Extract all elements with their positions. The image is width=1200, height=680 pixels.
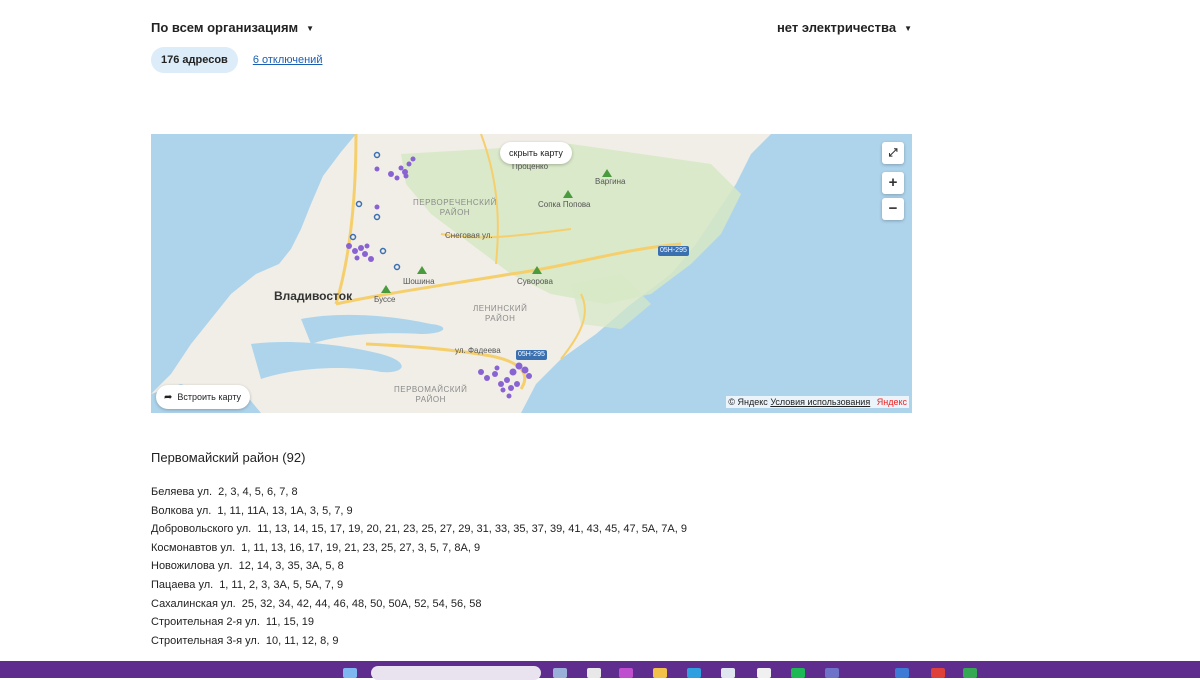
street-house-numbers: 10, 11, 12, 8, 9 (265, 634, 339, 647)
street-house-numbers: 1, 11, 13, 16, 17, 19, 21, 23, 25, 27, 3… (241, 541, 481, 554)
zoom-in-button[interactable]: + (882, 172, 904, 194)
map-district-label: Первореченский район (413, 198, 497, 217)
hide-map-button[interactable]: скрыть карту (500, 142, 572, 164)
street-row: Волкова ул. 1, 11, 11А, 13, 1А, 3, 5, 7, … (151, 502, 687, 521)
street-name: Беляева ул. (151, 486, 213, 498)
organization-filter-dropdown[interactable]: По всем организациям ▼ (151, 20, 314, 35)
windows-start-icon[interactable] (343, 668, 357, 678)
street-house-numbers: 12, 14, 3, 35, 3А, 5, 8 (238, 560, 344, 573)
street-house-numbers: 2, 3, 4, 5, 6, 7, 8 (218, 486, 298, 498)
map-street-label: ул. Фадеева (455, 346, 501, 355)
map-place-label: Суворова (517, 277, 553, 286)
street-name: Космонавтов ул. (151, 541, 236, 554)
taskbar-app-icon[interactable] (895, 668, 909, 678)
street-row: Строительная 3-я ул. 10, 11, 12, 8, 9 (151, 632, 687, 651)
outage-type-filter-dropdown[interactable]: нет электричества ▼ (777, 20, 912, 35)
map-place-label: Сопка Попова (538, 200, 591, 209)
share-arrow-icon: ➦ (164, 392, 173, 403)
street-house-numbers: 11, 13, 14, 15, 17, 19, 20, 21, 23, 25, … (257, 523, 687, 536)
street-row: Пацаева ул. 1, 11, 2, 3, 3А, 5, 5А, 7, 9 (151, 576, 687, 595)
street-row: Строительная 2-я ул. 11, 15, 19 (151, 613, 687, 632)
map-district-label: Первомайский район (394, 385, 468, 404)
map-district-label: Ленинский район (473, 304, 528, 323)
road-number-badge: 05Н-295 (516, 350, 547, 360)
filters-bar: По всем организациям ▼ нет электричества ▼ (151, 20, 912, 38)
fullscreen-icon[interactable]: ⤢ (882, 142, 904, 164)
view-tabs: 176 адресов 6 отключений (151, 47, 322, 73)
taskbar-app-icon[interactable] (721, 668, 735, 678)
street-house-numbers: 11, 15, 19 (265, 616, 315, 629)
taskbar-app-icon[interactable] (931, 668, 945, 678)
mountain-icon (417, 266, 427, 274)
map-attribution: © Яндекс Условия использования Яндекс (726, 396, 909, 408)
outage-map[interactable]: Проценко Варгина Сопка Попова Снеговая у… (151, 134, 912, 413)
folder-icon[interactable] (653, 668, 667, 678)
road-number-badge: 05Н-295 (658, 246, 689, 256)
taskbar-app-icon[interactable] (553, 668, 567, 678)
taskbar-app-icon[interactable] (587, 668, 601, 678)
road-main-north (334, 134, 358, 305)
embed-map-label: Встроить карту (177, 392, 242, 402)
mountain-icon (532, 266, 542, 274)
map-place-label: Варгина (595, 177, 626, 186)
street-name: Добровольского ул. (151, 523, 252, 536)
street-row: Беляева ул. 2, 3, 4, 5, 6, 7, 8 (151, 483, 687, 502)
street-house-numbers: 1, 11, 11А, 13, 1А, 3, 5, 7, 9 (217, 504, 353, 517)
street-row: Сахалинская ул. 25, 32, 34, 42, 44, 46, 4… (151, 595, 687, 614)
zoom-out-button[interactable]: − (882, 198, 904, 220)
water-bay (251, 342, 402, 379)
chevron-down-icon: ▼ (306, 24, 315, 33)
browser-icon[interactable] (687, 668, 701, 678)
chevron-down-icon: ▼ (904, 24, 912, 33)
taskbar-app-icon[interactable] (619, 668, 633, 678)
street-list: Беляева ул. 2, 3, 4, 5, 6, 7, 8 Волкова у… (151, 483, 687, 650)
map-place-label: Шошина (403, 277, 435, 286)
street-name: Сахалинская ул. (151, 597, 236, 610)
map-place-label: Буссе (374, 295, 396, 304)
os-taskbar (0, 661, 1200, 680)
embed-map-button[interactable]: ➦ Встроить карту (156, 385, 251, 409)
mountain-icon (563, 190, 573, 198)
tab-addresses[interactable]: 176 адресов (151, 47, 238, 73)
yandex-logo: Яндекс (876, 397, 907, 407)
terms-of-use-link[interactable]: Условия использования (770, 397, 870, 407)
street-name: Строительная 3-я ул. (151, 634, 260, 647)
spotify-icon[interactable] (791, 668, 805, 678)
organization-filter-label: По всем организациям (151, 20, 299, 35)
street-row: Добровольского ул. 11, 13, 14, 15, 17, 19… (151, 520, 687, 539)
attribution-copyright: © Яндекс (728, 397, 768, 407)
street-name: Волкова ул. (151, 504, 212, 517)
water-golden-horn (301, 314, 444, 344)
mountain-icon (602, 169, 612, 177)
street-row: Новожилова ул. 12, 14, 3, 35, 3А, 5, 8 (151, 557, 687, 576)
mountain-icon (381, 285, 391, 293)
street-row: Космонавтов ул. 1, 11, 13, 16, 17, 19, 21… (151, 539, 687, 558)
street-name: Строительная 2-я ул. (151, 616, 260, 629)
street-house-numbers: 1, 11, 2, 3, 3А, 5, 5А, 7, 9 (219, 578, 344, 591)
map-city-label: Владивосток (274, 289, 353, 303)
street-name: Пацаева ул. (151, 578, 214, 591)
street-house-numbers: 25, 32, 34, 42, 44, 46, 48, 50, 50А, 52,… (241, 597, 482, 610)
outage-type-filter-label: нет электричества (776, 20, 897, 35)
street-name: Новожилова ул. (151, 560, 233, 573)
district-title: Первомайский район (92) (151, 450, 306, 465)
taskbar-app-icon[interactable] (963, 668, 977, 678)
map-street-label: Снеговая ул. (445, 231, 493, 240)
teams-icon[interactable] (825, 668, 839, 678)
mail-icon[interactable] (757, 668, 771, 678)
tab-outages[interactable]: 6 отключений (253, 54, 323, 66)
